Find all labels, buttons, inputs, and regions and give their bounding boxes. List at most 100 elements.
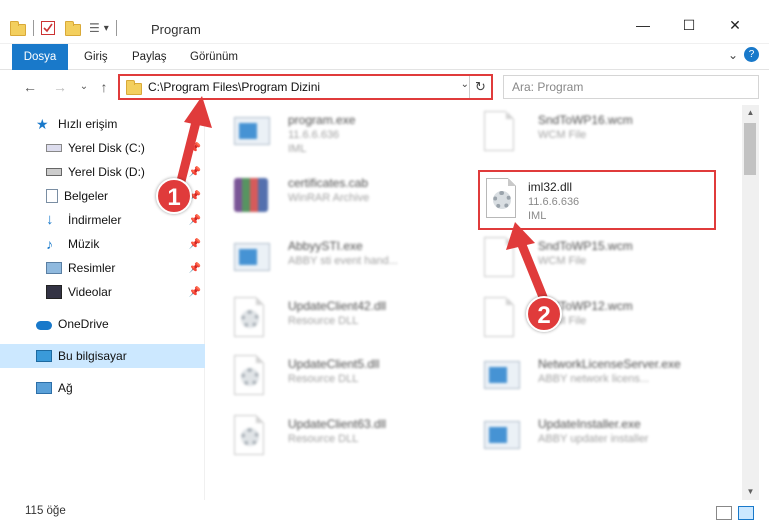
scroll-up-icon[interactable]: ▲ (742, 105, 759, 121)
customize-toolbar-icon[interactable]: ☰ (89, 21, 100, 35)
app-icon (234, 237, 270, 281)
navigation-pane: ★ Hızlı erişim Yerel Disk (C:) 📌 Yerel D… (0, 105, 205, 500)
pin-icon[interactable]: 📌 (189, 143, 201, 154)
file-type: Resource DLL (288, 433, 359, 445)
file-name: AbbyySTI.exe (288, 239, 363, 253)
sidebar-item-music[interactable]: ♪ Müzik 📌 (0, 232, 205, 256)
installer-icon (234, 111, 270, 155)
toolbar-dropdown-icon[interactable]: ▾ (104, 23, 109, 34)
recent-locations-button[interactable]: ⌄ (74, 77, 94, 97)
drive-icon (46, 168, 62, 176)
file-name: program.exe (288, 113, 356, 127)
address-path[interactable]: C:\Program Files\Program Dizini (148, 80, 320, 94)
sidebar-item-this-pc[interactable]: Bu bilgisayar (0, 344, 205, 368)
pin-icon[interactable]: 📌 (189, 263, 201, 274)
details-view-icon[interactable] (716, 506, 732, 520)
ribbon-collapse-icon[interactable]: ⌄ (728, 48, 738, 62)
file-name: UpdateClient42.dll (288, 299, 387, 313)
sidebar-item-label: OneDrive (58, 317, 109, 331)
sidebar-item-label: Yerel Disk (C:) (68, 141, 145, 155)
sidebar-item-label: Videolar (68, 285, 112, 299)
tab-file[interactable]: Dosya (12, 44, 68, 70)
address-dropdown-icon[interactable]: ⌄ (461, 79, 469, 90)
forward-button[interactable]: → (50, 77, 70, 97)
file-item[interactable]: NetworkLicenseServer.exe ABBY network li… (456, 349, 701, 409)
file-item[interactable]: certificates.cab WinRAR Archive (206, 168, 451, 228)
sidebar-item-label: Ağ (58, 381, 73, 395)
drive-icon (46, 144, 62, 152)
file-type: ABBY network licens... (538, 373, 650, 385)
toolbar-separator (33, 20, 34, 36)
file-company: IML (528, 210, 547, 222)
address-bar[interactable]: C:\Program Files\Program Dizini ⌄ ↻ (118, 74, 493, 100)
sidebar-item-label: Yerel Disk (D:) (68, 165, 145, 179)
pin-icon[interactable]: 📌 (189, 167, 201, 178)
tab-share[interactable]: Paylaş (122, 44, 177, 70)
scroll-down-icon[interactable]: ▼ (742, 484, 759, 500)
sidebar-item-label: İndirmeler (68, 213, 122, 227)
step-two-badge: 2 (526, 296, 562, 332)
pin-icon[interactable]: 📌 (189, 239, 201, 250)
file-item[interactable]: AbbyySTI.exe ABBY sti event hand... (206, 231, 451, 291)
music-icon: ♪ (46, 236, 53, 252)
large-icons-view-icon[interactable] (738, 506, 754, 520)
sidebar-item-label: Bu bilgisayar (58, 349, 127, 363)
pin-icon[interactable]: 📌 (189, 215, 201, 226)
new-folder-icon[interactable] (65, 21, 81, 36)
tab-view[interactable]: Görünüm (180, 44, 248, 70)
refresh-button[interactable]: ↻ (469, 76, 491, 98)
file-name: SndToWP15.wcm (538, 239, 633, 253)
file-item[interactable]: SndToWP12.wcm WCM File (456, 291, 701, 351)
file-type: ABBY updater installer (538, 433, 649, 445)
sidebar-item-label: Resimler (68, 261, 116, 275)
folder-icon (10, 21, 26, 36)
file-name: NetworkLicenseServer.exe (538, 357, 681, 371)
maximize-button[interactable]: ☐ (666, 10, 712, 40)
vertical-scrollbar[interactable]: ▲ ▼ (742, 105, 759, 500)
pin-icon[interactable]: 📌 (189, 287, 201, 298)
address-folder-icon (126, 79, 142, 95)
close-button[interactable]: ✕ (712, 10, 758, 40)
file-version: 11.6.6.636 (528, 196, 580, 208)
up-button[interactable]: ↑ (94, 77, 114, 97)
scroll-thumb[interactable] (744, 123, 756, 175)
cloud-icon (36, 321, 52, 330)
sidebar-item-onedrive[interactable]: OneDrive (0, 312, 205, 336)
file-name: certificates.cab (288, 176, 369, 190)
sidebar-item-disk-c[interactable]: Yerel Disk (C:) 📌 (0, 136, 205, 160)
file-list: program.exe 11.6.6.636 IML SndToWP16.wcm… (206, 105, 742, 500)
sidebar-item-pictures[interactable]: Resimler 📌 (0, 256, 205, 280)
file-type: WinRAR Archive (288, 192, 370, 204)
navigation-bar: ← → ⌄ ↑ C:\Program Files\Program Dizini … (0, 71, 769, 103)
file-version: 11.6.6.636 (288, 129, 340, 141)
sidebar-item-quick-access[interactable]: ★ Hızlı erişim (0, 112, 205, 136)
dll-gear-icon (234, 355, 268, 399)
file-item[interactable]: program.exe 11.6.6.636 IML (206, 105, 451, 165)
file-name: UpdateClient63.dll (288, 417, 387, 431)
sidebar-item-network[interactable]: Ağ (0, 376, 205, 400)
app-icon (484, 355, 520, 399)
file-item[interactable]: UpdateClient5.dll Resource DLL (206, 349, 451, 409)
sidebar-item-videos[interactable]: Videolar 📌 (0, 280, 205, 304)
file-item[interactable]: SndToWP15.wcm WCM File (456, 231, 701, 291)
tab-home[interactable]: Giriş (74, 44, 118, 70)
minimize-button[interactable]: — (620, 10, 666, 40)
help-icon[interactable]: ? (744, 47, 759, 62)
properties-checkbox-icon[interactable] (41, 21, 55, 35)
file-item[interactable]: UpdateClient63.dll Resource DLL (206, 409, 451, 469)
download-icon: ↓ (46, 211, 54, 228)
star-icon: ★ (36, 116, 49, 132)
file-item[interactable]: SndToWP16.wcm WCM File (456, 105, 701, 165)
network-icon (36, 382, 52, 394)
file-item[interactable]: UpdateClient42.dll Resource DLL (206, 291, 451, 351)
file-type: Resource DLL (288, 315, 359, 327)
file-name: SndToWP16.wcm (538, 113, 633, 127)
back-button[interactable]: ← (20, 77, 40, 97)
step-one-badge: 1 (156, 178, 192, 214)
search-input[interactable]: Ara: Program (503, 75, 759, 99)
file-item-iml32-dll[interactable]: iml32.dll 11.6.6.636 IML (478, 170, 716, 230)
archive-icon (234, 174, 268, 218)
file-type: ABBY sti event hand... (288, 255, 398, 267)
file-item[interactable]: UpdateInstaller.exe ABBY updater install… (456, 409, 701, 469)
file-name: iml32.dll (528, 180, 573, 194)
